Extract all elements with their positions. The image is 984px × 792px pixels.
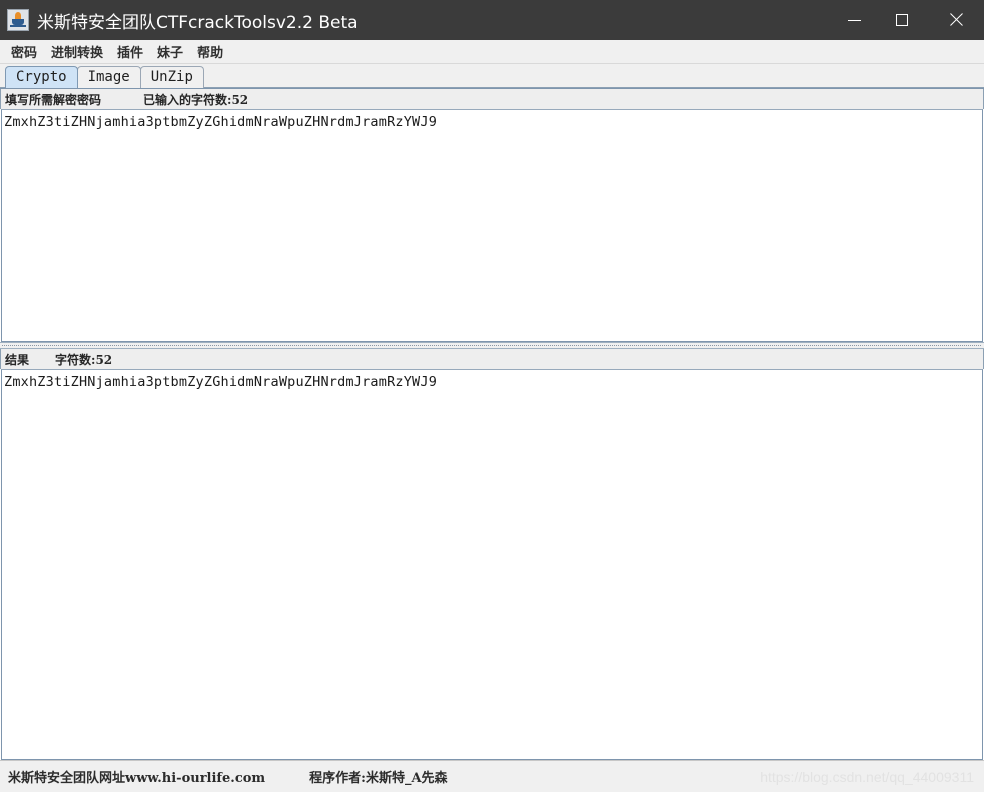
status-bar: 米斯特安全团队网址www.hi-ourlife.com 程序作者:米斯特_A先森…: [0, 760, 984, 792]
input-label-bar: 填写所需解密密码 已输入的字符数:52: [0, 89, 984, 109]
title-bar[interactable]: 米斯特安全团队CTFcrackToolsv2.2 Beta: [0, 0, 984, 40]
split-pane-divider[interactable]: [0, 342, 984, 349]
application-window: 米斯特安全团队CTFcrackToolsv2.2 Beta 密码 进制转换 插件…: [0, 0, 984, 792]
tab-bar: Crypto Image UnZip: [0, 64, 984, 88]
window-title: 米斯特安全团队CTFcrackToolsv2.2 Beta: [37, 12, 358, 33]
maximize-button[interactable]: [878, 0, 926, 40]
watermark: https://blog.csdn.net/qq_44009311: [760, 768, 974, 785]
java-cup-icon: [7, 9, 29, 31]
status-author: 程序作者:米斯特_A先森: [309, 771, 448, 786]
window-controls: [830, 0, 984, 40]
status-website: 米斯特安全团队网址www.hi-ourlife.com: [8, 771, 266, 786]
menu-item-password[interactable]: 密码: [4, 40, 44, 63]
menu-item-help[interactable]: 帮助: [190, 40, 230, 63]
input-panel: 填写所需解密密码 已输入的字符数:52 ZmxhZ3tiZHNjamhia3pt…: [0, 89, 984, 342]
menu-item-plugins[interactable]: 插件: [110, 40, 150, 63]
input-textarea[interactable]: ZmxhZ3tiZHNjamhia3ptbmZyZGhidmNraWpuZHNr…: [1, 109, 983, 342]
result-textarea[interactable]: ZmxhZ3tiZHNjamhia3ptbmZyZGhidmNraWpuZHNr…: [1, 369, 983, 760]
maximize-icon: [896, 14, 908, 26]
minimize-icon: [847, 19, 861, 21]
input-panel-label: 填写所需解密密码: [5, 92, 102, 107]
crypto-tab-content: 填写所需解密密码 已输入的字符数:52 ZmxhZ3tiZHNjamhia3pt…: [0, 88, 984, 760]
result-text-value: ZmxhZ3tiZHNjamhia3ptbmZyZGhidmNraWpuZHNr…: [4, 374, 438, 390]
close-icon: [948, 13, 962, 27]
result-char-count: 字符数:52: [55, 352, 113, 367]
close-button[interactable]: [926, 0, 984, 40]
tab-image[interactable]: Image: [76, 66, 141, 88]
tab-crypto[interactable]: Crypto: [5, 66, 78, 88]
result-panel-label: 结果: [5, 352, 30, 367]
minimize-button[interactable]: [830, 0, 878, 40]
menu-bar: 密码 进制转换 插件 妹子 帮助: [0, 40, 984, 64]
input-text-value: ZmxhZ3tiZHNjamhia3ptbmZyZGhidmNraWpuZHNr…: [4, 114, 438, 130]
input-char-count: 已输入的字符数:52: [143, 92, 249, 107]
result-label-bar: 结果 字符数:52: [0, 349, 984, 369]
menu-item-base-conversion[interactable]: 进制转换: [44, 40, 110, 63]
result-panel: 结果 字符数:52 ZmxhZ3tiZHNjamhia3ptbmZyZGhidm…: [0, 349, 984, 760]
tab-unzip[interactable]: UnZip: [139, 66, 204, 88]
menu-item-girls[interactable]: 妹子: [150, 40, 190, 63]
